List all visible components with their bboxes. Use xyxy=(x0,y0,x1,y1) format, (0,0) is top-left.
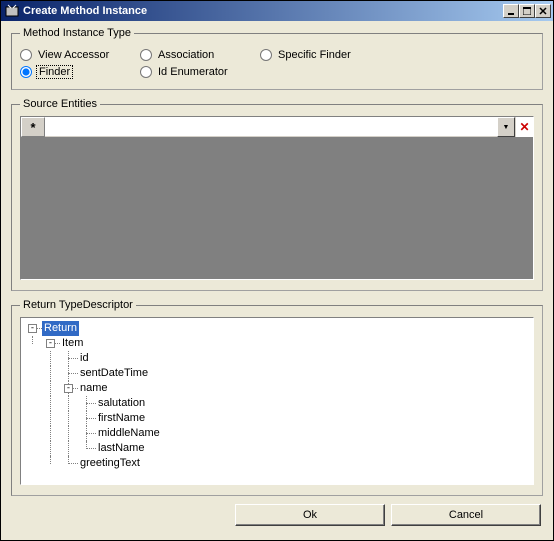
tree-node-return[interactable]: - Return xyxy=(24,321,533,336)
return-type-group: Return TypeDescriptor - Return - Item id xyxy=(11,299,543,496)
return-type-legend: Return TypeDescriptor xyxy=(20,299,136,311)
radio-id-enumerator-input[interactable] xyxy=(140,66,152,78)
tree-label-middlename[interactable]: middleName xyxy=(96,426,162,441)
source-entity-dropdown[interactable]: ▼ xyxy=(497,117,515,137)
tree-node-firstname[interactable]: firstName xyxy=(24,411,533,426)
expander-return[interactable]: - xyxy=(28,324,37,333)
radio-specific-finder-input[interactable] xyxy=(260,49,272,61)
tree-label-name[interactable]: name xyxy=(78,381,110,396)
radio-association-label: Association xyxy=(156,49,216,61)
tree-node-lastname[interactable]: lastName xyxy=(24,441,533,456)
tree-label-item[interactable]: Item xyxy=(60,336,85,351)
return-type-tree[interactable]: - Return - Item id xyxy=(20,317,534,485)
radio-specific-finder[interactable]: Specific Finder xyxy=(260,49,380,61)
source-entities-grid[interactable]: * ▼ ✕ xyxy=(20,116,534,280)
tree-label-salutation[interactable]: salutation xyxy=(96,396,147,411)
cancel-button[interactable]: Cancel xyxy=(391,504,541,526)
tree-node-id[interactable]: id xyxy=(24,351,533,366)
tree-label-firstname[interactable]: firstName xyxy=(96,411,147,426)
tree-label-lastname[interactable]: lastName xyxy=(96,441,146,456)
radio-finder[interactable]: Finder xyxy=(20,65,140,79)
source-entity-delete[interactable]: ✕ xyxy=(515,117,533,137)
radio-association-input[interactable] xyxy=(140,49,152,61)
tree-label-id[interactable]: id xyxy=(78,351,91,366)
app-icon xyxy=(5,4,19,18)
tree-node-salutation[interactable]: salutation xyxy=(24,396,533,411)
method-instance-type-legend: Method Instance Type xyxy=(20,27,134,39)
radio-view-accessor-input[interactable] xyxy=(20,49,32,61)
method-instance-type-group: Method Instance Type View Accessor Assoc… xyxy=(11,27,543,90)
window-title: Create Method Instance xyxy=(23,5,503,17)
radio-id-enumerator-label: Id Enumerator xyxy=(156,66,230,78)
tree-label-return[interactable]: Return xyxy=(42,321,79,336)
minimize-button[interactable] xyxy=(503,4,519,18)
new-row-indicator: * xyxy=(21,117,45,137)
expander-name[interactable]: - xyxy=(64,384,73,393)
source-entities-legend: Source Entities xyxy=(20,98,100,110)
tree-node-sentdatetime[interactable]: sentDateTime xyxy=(24,366,533,381)
tree-node-item[interactable]: - Item xyxy=(24,336,533,351)
expander-item[interactable]: - xyxy=(46,339,55,348)
tree-node-middlename[interactable]: middleName xyxy=(24,426,533,441)
radio-view-accessor[interactable]: View Accessor xyxy=(20,49,140,61)
tree-label-greetingtext[interactable]: greetingText xyxy=(78,456,142,471)
source-entities-group: Source Entities * ▼ ✕ xyxy=(11,98,543,291)
source-entity-cell[interactable] xyxy=(45,117,497,137)
close-button[interactable] xyxy=(535,4,551,18)
tree-label-sentdatetime[interactable]: sentDateTime xyxy=(78,366,150,381)
tree-node-greetingtext[interactable]: greetingText xyxy=(24,456,533,471)
radio-specific-finder-label: Specific Finder xyxy=(276,49,353,61)
radio-finder-label: Finder xyxy=(36,65,73,79)
tree-node-name[interactable]: - name xyxy=(24,381,533,396)
radio-finder-input[interactable] xyxy=(20,66,32,78)
dialog-footer: Ok Cancel xyxy=(11,504,543,526)
radio-association[interactable]: Association xyxy=(140,49,260,61)
maximize-button[interactable] xyxy=(519,4,535,18)
titlebar[interactable]: Create Method Instance xyxy=(1,1,553,21)
radio-id-enumerator[interactable]: Id Enumerator xyxy=(140,65,260,79)
radio-view-accessor-label: View Accessor xyxy=(36,49,111,61)
ok-button[interactable]: Ok xyxy=(235,504,385,526)
